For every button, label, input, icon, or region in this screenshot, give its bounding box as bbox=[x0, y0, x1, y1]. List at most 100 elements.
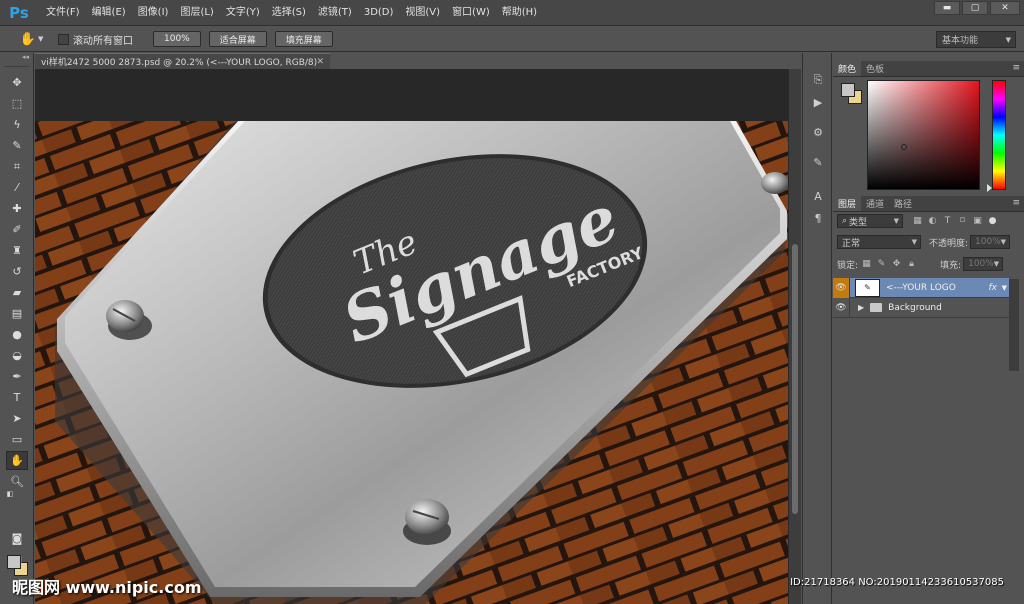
minimize-icon[interactable]: ▬ bbox=[934, 1, 960, 15]
tab-color[interactable]: 颜色 bbox=[833, 61, 862, 76]
search-icon: ⌕ bbox=[842, 216, 848, 226]
workspace-label: 基本功能 bbox=[942, 36, 979, 46]
filter-toggle-icon[interactable]: ● bbox=[986, 215, 999, 228]
gradient-tool-icon[interactable]: ▤ bbox=[6, 304, 28, 323]
blend-mode-select[interactable]: 正常 ▼ bbox=[837, 235, 921, 249]
crop-tool-icon[interactable]: ⌗ bbox=[6, 157, 28, 176]
opacity-input[interactable]: 100% ▼ bbox=[970, 235, 1011, 249]
eye-icon[interactable]: 👁︎ bbox=[833, 297, 850, 318]
hand-tool-icon[interactable]: ✋ bbox=[6, 451, 28, 470]
history-panel-icon[interactable]: ⎘ bbox=[809, 71, 827, 89]
mockup-image: The Signage FACTORY bbox=[35, 121, 788, 604]
scrollbar-thumb[interactable] bbox=[792, 244, 798, 514]
actions-panel-icon[interactable]: ▶ bbox=[809, 93, 827, 111]
menu-image[interactable]: 图像(I) bbox=[132, 0, 175, 26]
quick-mask-icon[interactable]: ◙ bbox=[6, 529, 28, 548]
paragraph-panel-icon[interactable]: ¶ bbox=[809, 209, 827, 227]
fill-input[interactable]: 100% ▼ bbox=[963, 257, 1004, 271]
properties-panel-icon[interactable]: ⚙ bbox=[809, 123, 827, 141]
menu-edit[interactable]: 编辑(E) bbox=[86, 0, 132, 26]
lock-position-icon[interactable]: ✥ bbox=[890, 258, 903, 271]
brush-presets-panel-icon[interactable]: ✎ bbox=[809, 153, 827, 171]
menu-select[interactable]: 选择(S) bbox=[266, 0, 312, 26]
workspace-select[interactable]: 基本功能 ▼ bbox=[936, 31, 1016, 48]
lock-image-icon[interactable]: ✎ bbox=[875, 258, 888, 271]
tab-swatches[interactable]: 色板 bbox=[861, 61, 889, 76]
zoom-100-button[interactable]: 100% bbox=[153, 31, 201, 47]
menu-help[interactable]: 帮助(H) bbox=[496, 0, 543, 26]
hue-slider[interactable] bbox=[992, 80, 1006, 190]
chevron-right-icon[interactable]: ▶ bbox=[858, 303, 864, 312]
chevron-down-icon[interactable]: ▼ bbox=[1002, 284, 1007, 292]
layer-row-background[interactable]: 👁︎ ▶ Background bbox=[833, 297, 1009, 318]
menu-view[interactable]: 视图(V) bbox=[399, 0, 446, 26]
menu-file[interactable]: 文件(F) bbox=[40, 0, 86, 26]
layers-panel-tabs: 图层 通道 路径 ≡ bbox=[833, 196, 1024, 212]
tab-channels[interactable]: 通道 bbox=[861, 196, 889, 211]
close-icon[interactable]: ✕ bbox=[316, 57, 324, 67]
document-tab[interactable]: vi样机2472 5000 2873.psd @ 20.2% (<---YOUR… bbox=[35, 53, 330, 69]
default-colors-icon[interactable]: ◧ bbox=[4, 489, 16, 499]
layers-scrollbar[interactable] bbox=[1009, 279, 1019, 371]
color-picker-field[interactable] bbox=[867, 80, 980, 190]
lasso-tool-icon[interactable]: ϟ bbox=[6, 115, 28, 134]
fill-screen-button[interactable]: 填充屏幕 bbox=[274, 31, 333, 47]
menu-type[interactable]: 文字(Y) bbox=[220, 0, 266, 26]
eye-icon[interactable]: 👁︎ bbox=[833, 277, 850, 298]
menu-3d[interactable]: 3D(D) bbox=[358, 0, 400, 26]
opacity-value: 100% bbox=[975, 237, 1001, 247]
lock-all-icon[interactable]: 🔒︎ bbox=[905, 258, 918, 271]
document-tab-title: vi样机2472 5000 2873.psd @ 20.2% (<---YOUR… bbox=[41, 58, 318, 68]
close-icon[interactable]: ✕ bbox=[990, 1, 1020, 15]
scroll-all-windows-label: 滚动所有窗口 bbox=[73, 35, 133, 47]
filter-adjustment-icon[interactable]: ◐ bbox=[926, 215, 939, 228]
options-bar: ✋ ▼ 滚动所有窗口 100% 适合屏幕 填充屏幕 基本功能 ▼ bbox=[0, 27, 1024, 52]
filter-shape-icon[interactable]: ⌑ bbox=[956, 215, 969, 228]
panel-collapse-icon[interactable]: ◂◂ bbox=[4, 53, 29, 67]
vertical-scrollbar[interactable] bbox=[788, 69, 801, 604]
chevron-down-icon: ▼ bbox=[1005, 35, 1011, 44]
hand-tool-preset-icon[interactable]: ✋ bbox=[18, 30, 38, 48]
panel-menu-icon[interactable]: ≡ bbox=[1012, 198, 1020, 208]
picker-cursor[interactable] bbox=[901, 144, 907, 150]
healing-brush-tool-icon[interactable]: ✚ bbox=[6, 199, 28, 218]
dodge-tool-icon[interactable]: ◒ bbox=[6, 346, 28, 365]
tab-layers[interactable]: 图层 bbox=[833, 196, 862, 211]
path-select-tool-icon[interactable]: ➤ bbox=[6, 409, 28, 428]
character-panel-icon[interactable]: A bbox=[809, 187, 827, 205]
foreground-color-swatch[interactable] bbox=[7, 555, 21, 569]
tools-panel: ◂◂ ✥ ⬚ ϟ ✎ ⌗ ⁄ ✚ ✐ ♜ ↺ ▰ ▤ ● ◒ ✒ T ➤ ▭ ✋… bbox=[0, 53, 34, 604]
lock-transparent-icon[interactable]: ▦ bbox=[860, 258, 873, 271]
marquee-tool-icon[interactable]: ⬚ bbox=[6, 94, 28, 113]
filter-type-icon[interactable]: T bbox=[941, 215, 954, 228]
history-brush-tool-icon[interactable]: ↺ bbox=[6, 262, 28, 281]
document-canvas[interactable]: The Signage FACTORY bbox=[35, 121, 788, 604]
tab-paths[interactable]: 路径 bbox=[889, 196, 917, 211]
brush-tool-icon[interactable]: ✐ bbox=[6, 220, 28, 239]
foreground-color-swatch[interactable] bbox=[841, 83, 855, 97]
maximize-icon[interactable]: ▢ bbox=[962, 1, 988, 15]
layer-thumbnail: ✎ bbox=[855, 278, 880, 297]
blur-tool-icon[interactable]: ● bbox=[6, 325, 28, 344]
move-tool-icon[interactable]: ✥ bbox=[6, 73, 28, 92]
scroll-all-windows-checkbox[interactable] bbox=[58, 33, 69, 45]
layer-row-logo[interactable]: 👁︎ ✎ <---YOUR LOGO fx ▼ bbox=[833, 277, 1009, 298]
eraser-tool-icon[interactable]: ▰ bbox=[6, 283, 28, 302]
filter-smart-object-icon[interactable]: ▣ bbox=[971, 215, 984, 228]
menu-window[interactable]: 窗口(W) bbox=[446, 0, 496, 26]
clone-stamp-tool-icon[interactable]: ♜ bbox=[6, 241, 28, 260]
layer-effects-icon[interactable]: fx bbox=[989, 283, 998, 293]
rectangle-tool-icon[interactable]: ▭ bbox=[6, 430, 28, 449]
menu-filter[interactable]: 滤镜(T) bbox=[312, 0, 358, 26]
pen-tool-icon[interactable]: ✒ bbox=[6, 367, 28, 386]
type-tool-icon[interactable]: T bbox=[6, 388, 28, 407]
panel-menu-icon[interactable]: ≡ bbox=[1012, 63, 1020, 73]
hue-slider-handle[interactable] bbox=[987, 184, 992, 192]
menu-layer[interactable]: 图层(L) bbox=[174, 0, 219, 26]
fit-screen-button[interactable]: 适合屏幕 bbox=[208, 31, 267, 47]
chevron-down-icon[interactable]: ▼ bbox=[38, 35, 48, 43]
filter-pixel-icon[interactable]: ▦ bbox=[911, 215, 924, 228]
quick-select-tool-icon[interactable]: ✎ bbox=[6, 136, 28, 155]
eyedropper-tool-icon[interactable]: ⁄ bbox=[6, 178, 28, 197]
layer-filter-select[interactable]: ⌕ 类型 ▼ bbox=[837, 214, 903, 228]
